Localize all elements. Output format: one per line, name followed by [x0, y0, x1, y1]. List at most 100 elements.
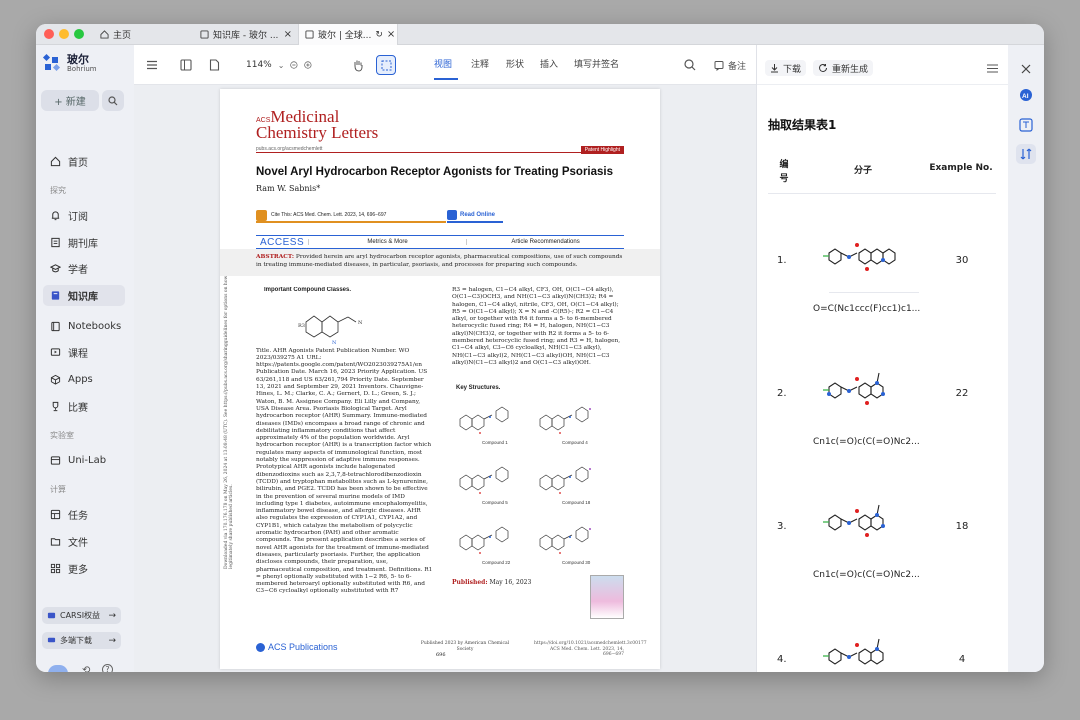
- minimize-window-button[interactable]: [59, 29, 69, 39]
- cite-icon: [256, 209, 267, 221]
- sidebar-item-subscribe[interactable]: 订阅: [43, 205, 125, 226]
- tab-shapes[interactable]: 形状: [506, 57, 524, 73]
- bell-icon: [51, 211, 60, 221]
- panel-toolbar: 下载 重新生成: [757, 45, 1008, 85]
- ai-assistant-icon[interactable]: AI: [1016, 85, 1036, 105]
- close-panel-icon[interactable]: [1016, 59, 1036, 79]
- help-icon[interactable]: ?: [102, 664, 113, 672]
- acs-publications-logo: ACS Publications: [256, 642, 338, 652]
- sidebar-item-apps[interactable]: Apps: [43, 369, 125, 390]
- recommendations-link[interactable]: Article Recommendations: [466, 239, 624, 245]
- close-tab-icon[interactable]: ×: [284, 29, 292, 40]
- extraction-icon[interactable]: [1016, 144, 1036, 164]
- doi-link[interactable]: https://doi.org/10.1021/acsmedchemlett.3…: [534, 641, 647, 658]
- sidebar-item-courses[interactable]: 课程: [43, 342, 125, 363]
- close-tab-icon[interactable]: ×: [387, 29, 395, 40]
- zoom-out-icon[interactable]: [290, 59, 298, 71]
- home-icon: [100, 30, 109, 39]
- row-example-no: 4: [958, 654, 966, 665]
- tab-view[interactable]: 视图: [434, 57, 452, 73]
- feedback-icon[interactable]: ⟲: [82, 665, 90, 672]
- row-number: 2.: [777, 388, 787, 399]
- tab-insert[interactable]: 插入: [540, 57, 558, 73]
- download-icon: [771, 64, 778, 73]
- tab-knowledge-base[interactable]: 知识库 - 玻尔 ... ×: [194, 24, 298, 45]
- search-icon: [108, 95, 118, 105]
- brand-logo[interactable]: 玻尔 Bohrium: [42, 53, 97, 73]
- metrics-link[interactable]: Metrics & More: [308, 239, 466, 245]
- pdf-toolbar: 114% ⌄ 视图 注释 形状 插入 填写并签名 备注: [134, 45, 756, 85]
- compound-label: Compound 22: [482, 560, 511, 565]
- globe-icon: [447, 210, 457, 220]
- compound-label: Compound 4: [562, 440, 588, 445]
- active-tab-indicator: [434, 78, 458, 80]
- zoom-in-icon[interactable]: [304, 59, 312, 71]
- grid-icon: [50, 563, 61, 574]
- sidebar-item-uni-lab[interactable]: Uni-Lab: [43, 450, 125, 471]
- maximize-window-button[interactable]: [74, 29, 84, 39]
- arrow-right-icon: →: [108, 635, 116, 646]
- molecule-structure[interactable]: [815, 623, 915, 669]
- translate-icon[interactable]: [1016, 115, 1036, 135]
- sidebar-item-tasks[interactable]: 任务: [43, 504, 125, 525]
- sidebar-item-scholars[interactable]: 学者: [43, 258, 125, 279]
- paper-title: Novel Aryl Hydrocarbon Receptor Agonists…: [256, 166, 614, 178]
- devices-icon: [47, 637, 56, 643]
- molecule-structure[interactable]: [815, 489, 915, 551]
- journal-url[interactable]: pubs.acs.org/acsmedchemlett: [256, 146, 624, 153]
- key-structures-figure: [459, 406, 591, 554]
- sidebar-item-competitions[interactable]: 比赛: [43, 396, 125, 417]
- reload-icon[interactable]: ↻: [375, 30, 383, 40]
- tab-fill-sign[interactable]: 填写并签名: [574, 57, 619, 73]
- new-button[interactable]: + 新建: [41, 90, 99, 111]
- row-number: 1.: [777, 255, 787, 266]
- close-window-button[interactable]: [44, 29, 54, 39]
- sidebar-item-more[interactable]: 更多: [43, 558, 125, 579]
- access-bar: ACCESS Metrics & More Article Recommenda…: [256, 235, 624, 249]
- sidebar-item-files[interactable]: 文件: [43, 531, 125, 552]
- download-button[interactable]: 下载: [765, 60, 807, 76]
- tab-home[interactable]: 主页: [94, 24, 194, 45]
- molecule-structure[interactable]: [815, 357, 915, 419]
- row-example-no: 22: [955, 388, 969, 399]
- compound-label: Compound 1: [482, 440, 508, 445]
- sidebar-search-button[interactable]: [102, 90, 124, 111]
- area-select-tool-button[interactable]: [376, 55, 396, 75]
- arrow-right-icon: →: [108, 610, 116, 621]
- sidebar-item-journals[interactable]: 期刊库: [43, 232, 125, 253]
- search-icon[interactable]: [682, 57, 698, 73]
- svg-text:AI: AI: [1022, 93, 1029, 100]
- pdf-page: Downloaded via 170.176.178 on May 26, 20…: [220, 89, 660, 669]
- row-number: 4.: [777, 654, 787, 665]
- sidebar-toggle-icon[interactable]: [178, 57, 194, 73]
- row-number: 3.: [777, 521, 787, 532]
- left-column: Important Compound Classes. N R3 N Title…: [256, 287, 433, 595]
- sidebar-item-knowledge-base[interactable]: 知识库: [43, 285, 125, 306]
- book-icon: [51, 291, 60, 300]
- cite-this-bar[interactable]: Cite This: ACS Med. Chem. Lett. 2023, 14…: [256, 209, 446, 223]
- notes-button[interactable]: 备注: [712, 57, 748, 73]
- sidebar-item-notebooks[interactable]: Notebooks: [43, 316, 125, 337]
- sidebar-item-home[interactable]: 首页: [43, 151, 125, 172]
- hand-tool-icon[interactable]: [350, 57, 366, 73]
- row-example-no: 30: [955, 255, 969, 266]
- multi-device-download-button[interactable]: 多端下载 →: [42, 632, 121, 649]
- chevron-down-icon[interactable]: ⌄: [278, 61, 285, 70]
- zoom-control[interactable]: 114% ⌄: [242, 57, 312, 73]
- menu-icon[interactable]: [987, 63, 998, 76]
- read-online-link[interactable]: Read Online: [447, 209, 503, 223]
- window-controls: [44, 29, 84, 39]
- document-icon[interactable]: [206, 57, 222, 73]
- pdf-viewer: 114% ⌄ 视图 注释 形状 插入 填写并签名 备注 Downloaded v…: [134, 45, 756, 672]
- molecule-structure[interactable]: [815, 223, 915, 285]
- page-icon: [305, 30, 314, 39]
- menu-icon[interactable]: [144, 57, 160, 73]
- regenerate-button[interactable]: 重新生成: [813, 60, 874, 76]
- download-notice: Downloaded via 170.176.178 on May 26, 20…: [224, 269, 234, 569]
- left-sidebar: 玻尔 Bohrium + 新建 首页 探究 订阅 期刊库 学者 知识库 Note…: [36, 45, 134, 672]
- tab-annotate[interactable]: 注释: [471, 57, 489, 73]
- avatar[interactable]: [48, 665, 68, 672]
- carsi-benefits-button[interactable]: CARSI权益 →: [42, 607, 121, 624]
- selection-icon: [381, 60, 391, 70]
- tab-active-document[interactable]: 玻尔 | 全球... ↻ ×: [298, 24, 398, 45]
